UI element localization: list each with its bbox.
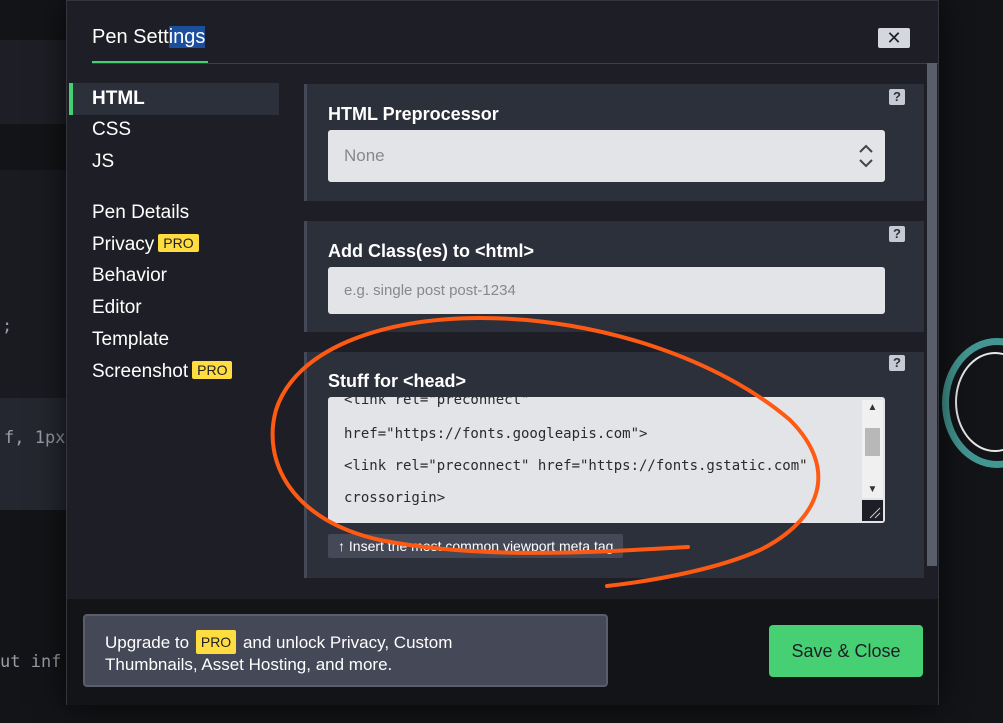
modal-header: Pen Settings ✕ — [67, 1, 938, 65]
help-icon[interactable]: ? — [889, 355, 905, 371]
pro-badge: PRO — [158, 234, 199, 252]
sidebar-item-js[interactable]: JS — [92, 151, 114, 173]
background-code-fragment: ut inf — [0, 652, 62, 672]
code-line: crossorigin> — [344, 490, 446, 506]
sidebar-item-behavior[interactable]: Behavior — [92, 265, 167, 287]
modal-footer: Upgrade to PRO and unlock Privacy, Custo… — [67, 599, 938, 705]
pen-settings-modal: Pen Settings ✕ HTML CSS JS Pen Details P… — [66, 0, 939, 705]
preprocessor-select[interactable]: None — [328, 130, 885, 182]
save-close-button[interactable]: Save & Close — [769, 625, 923, 677]
preprocessor-selected-value: None — [344, 146, 385, 165]
background-editor-pane — [0, 40, 66, 124]
scrollbar-thumb[interactable] — [865, 428, 880, 456]
resize-handle-icon[interactable] — [862, 500, 883, 521]
html-classes-panel: Add Class(es) to <html> ? e.g. single po… — [304, 221, 924, 332]
html-classes-input[interactable]: e.g. single post post-1234 — [328, 267, 885, 314]
sidebar-item-css[interactable]: CSS — [92, 119, 131, 141]
modal-scrollbar[interactable] — [927, 63, 937, 566]
sidebar-item-pen-details[interactable]: Pen Details — [92, 202, 189, 224]
insert-viewport-meta-button[interactable]: ↑ Insert the most common viewport meta t… — [328, 534, 624, 558]
background-code-fragment: ; — [2, 316, 13, 336]
sidebar-item-privacy[interactable]: Privacy PRO — [92, 234, 199, 256]
pro-badge: PRO — [192, 361, 233, 379]
sidebar-item-screenshot[interactable]: Screenshot PRO — [92, 361, 233, 383]
pro-badge: PRO — [195, 630, 237, 654]
sidebar-item-template[interactable]: Template — [92, 329, 169, 351]
help-icon[interactable]: ? — [889, 226, 905, 242]
code-line: <link rel="preconnect" href="https://fon… — [344, 458, 808, 474]
close-button[interactable]: ✕ — [878, 28, 910, 48]
code-line: <link rel="preconnect" — [344, 397, 530, 408]
upgrade-banner[interactable]: Upgrade to PRO and unlock Privacy, Custo… — [83, 614, 608, 687]
preprocessor-panel: HTML Preprocessor ? None — [304, 84, 924, 201]
sidebar-item-editor[interactable]: Editor — [92, 297, 142, 319]
html-classes-label: Add Class(es) to <html> — [328, 241, 535, 261]
sidebar-item-html[interactable]: HTML — [69, 83, 279, 115]
chevron-up-down-icon — [859, 144, 873, 168]
help-icon[interactable]: ? — [889, 89, 905, 105]
head-label: Stuff for <head> — [328, 371, 467, 391]
code-line: href="https://fonts.googleapis.com"> — [344, 426, 648, 442]
background-highlight-row — [0, 398, 66, 510]
header-divider — [92, 63, 938, 64]
scroll-down-icon[interactable]: ▼ — [862, 482, 883, 498]
head-panel: Stuff for <head> ? <link rel="preconnect… — [304, 352, 924, 578]
head-textarea[interactable]: <link rel="preconnect" href="https://fon… — [328, 397, 885, 523]
modal-title: Pen Settings — [92, 26, 206, 48]
scroll-up-icon[interactable]: ▲ — [862, 400, 883, 416]
preprocessor-label: HTML Preprocessor — [328, 104, 499, 124]
background-code-fragment: f, 1px — [4, 428, 66, 448]
textarea-scrollbar[interactable]: ▲ ▼ — [862, 400, 883, 498]
